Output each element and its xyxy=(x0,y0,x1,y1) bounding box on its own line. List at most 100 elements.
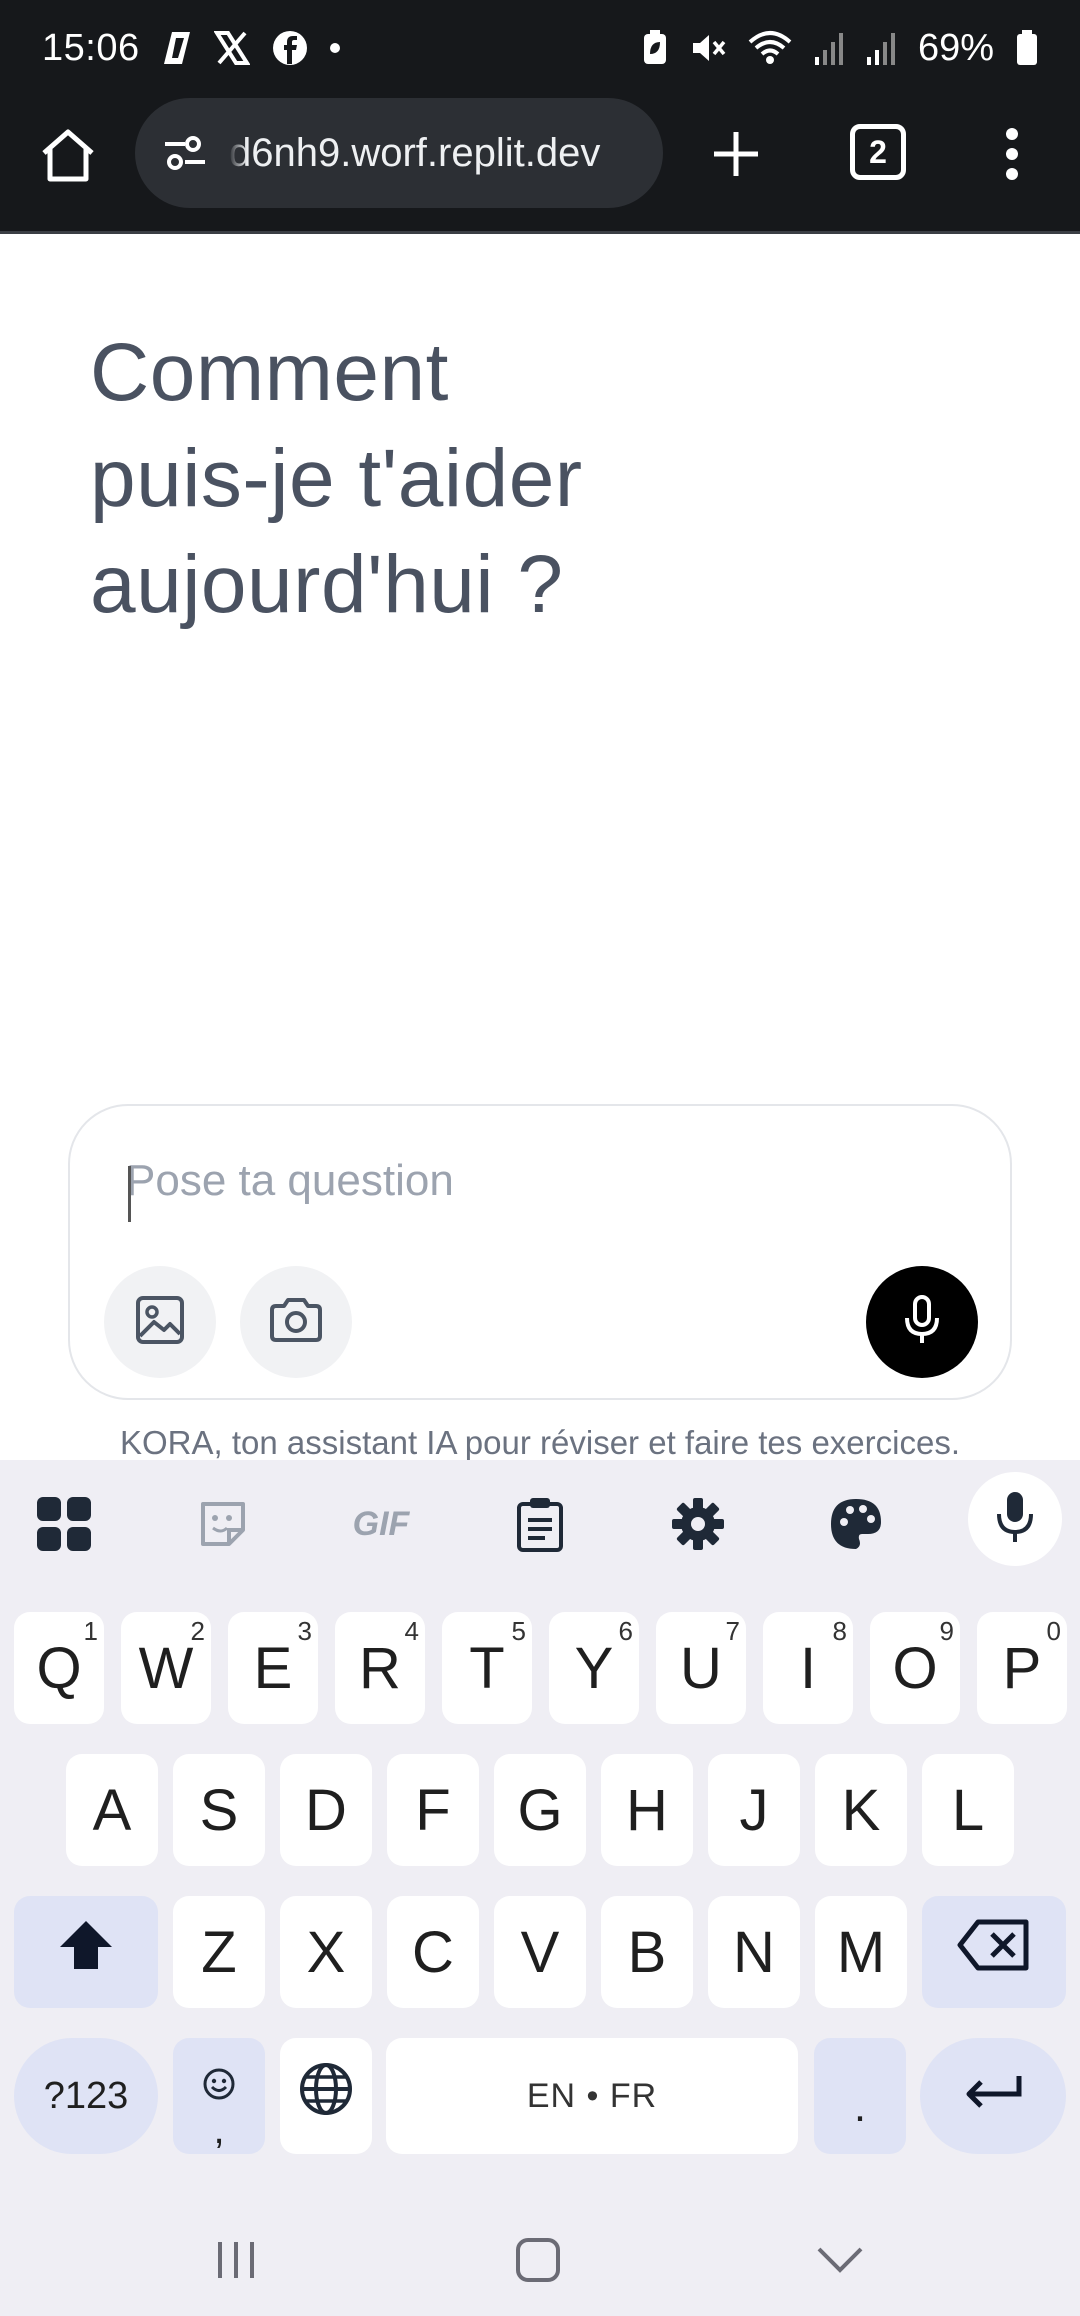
page-title: Comment puis-je t'aider aujourd'hui ? xyxy=(90,320,890,638)
upload-image-button[interactable] xyxy=(104,1266,216,1378)
more-menu-icon[interactable] xyxy=(990,122,1034,186)
key-s[interactable]: S xyxy=(173,1754,265,1866)
voice-input-button[interactable] xyxy=(866,1266,978,1378)
battery-icon xyxy=(1016,30,1038,66)
key-hint: 9 xyxy=(939,1616,954,1646)
backspace-key[interactable] xyxy=(922,1896,1066,2008)
microphone-icon xyxy=(902,1294,942,1351)
status-bar-left: 15:06 xyxy=(42,27,340,70)
key-c[interactable]: C xyxy=(387,1896,479,2008)
key-w[interactable]: W2 xyxy=(121,1612,211,1724)
key-label: P xyxy=(1002,1635,1042,1701)
key-e[interactable]: E3 xyxy=(228,1612,318,1724)
shift-icon xyxy=(56,1917,116,1987)
key-hint: 1 xyxy=(83,1616,98,1646)
key-k[interactable]: K xyxy=(815,1754,907,1866)
key-b[interactable]: B xyxy=(601,1896,693,2008)
period-key[interactable]: . xyxy=(814,2038,906,2154)
key-u[interactable]: U7 xyxy=(656,1612,746,1724)
key-label: I xyxy=(799,1635,817,1701)
settings-icon[interactable] xyxy=(658,1484,738,1564)
browser-toolbar: d6nh9.worf.replit.dev 2 xyxy=(0,96,1080,234)
key-t[interactable]: T5 xyxy=(442,1612,532,1724)
wifi-icon xyxy=(748,30,792,66)
key-d[interactable]: D xyxy=(280,1754,372,1866)
comma-label: , xyxy=(213,2107,225,2152)
recent-apps-icon[interactable] xyxy=(196,2230,276,2290)
notification-dot-icon xyxy=(329,43,340,53)
key-o[interactable]: O9 xyxy=(870,1612,960,1724)
mute-icon xyxy=(690,30,726,66)
disclaimer-text: KORA, ton assistant IA pour réviser et f… xyxy=(119,1424,961,1461)
key-p[interactable]: P0 xyxy=(977,1612,1067,1724)
key-h[interactable]: H xyxy=(601,1754,693,1866)
home-icon[interactable] xyxy=(36,124,100,188)
headline-line: Comment xyxy=(90,327,449,418)
facebook-icon xyxy=(272,30,308,66)
key-hint: 6 xyxy=(618,1616,633,1646)
space-bar[interactable]: EN • FR xyxy=(386,2038,798,2154)
chat-composer xyxy=(68,1104,1012,1400)
home-nav-icon[interactable] xyxy=(498,2230,578,2290)
tab-switcher-button[interactable]: 2 xyxy=(850,124,906,180)
keyboard-toolbar: GIF xyxy=(0,1460,1080,1588)
palette-icon[interactable] xyxy=(816,1484,896,1564)
key-label: O xyxy=(892,1635,938,1701)
key-label: U xyxy=(680,1635,722,1701)
clipboard-icon[interactable] xyxy=(500,1484,580,1564)
key-n[interactable]: N xyxy=(708,1896,800,2008)
image-icon xyxy=(134,1294,186,1351)
key-x[interactable]: X xyxy=(280,1896,372,2008)
emoji-key[interactable]: , xyxy=(173,2038,265,2154)
enter-key[interactable] xyxy=(920,2038,1066,2154)
address-bar[interactable]: d6nh9.worf.replit.dev xyxy=(135,98,663,208)
key-j[interactable]: J xyxy=(708,1754,800,1866)
apps-grid-icon[interactable] xyxy=(24,1484,104,1564)
key-r[interactable]: R4 xyxy=(335,1612,425,1724)
emoji-icon xyxy=(202,2048,236,2115)
question-input[interactable] xyxy=(126,1146,946,1216)
app-slash-icon xyxy=(162,30,192,66)
signal-icon xyxy=(866,31,896,65)
url-text[interactable]: d6nh9.worf.replit.dev xyxy=(229,131,663,176)
key-hint: 7 xyxy=(725,1616,740,1646)
enter-icon xyxy=(961,2063,1025,2130)
key-q[interactable]: Q1 xyxy=(14,1612,104,1724)
key-f[interactable]: F xyxy=(387,1754,479,1866)
key-g[interactable]: G xyxy=(494,1754,586,1866)
camera-button[interactable] xyxy=(240,1266,352,1378)
microphone-icon xyxy=(995,1490,1035,1549)
key-label: Y xyxy=(574,1635,614,1701)
text-caret xyxy=(128,1166,131,1222)
new-tab-icon[interactable] xyxy=(704,122,768,186)
key-label: Q xyxy=(36,1635,82,1701)
key-m[interactable]: M xyxy=(815,1896,907,2008)
key-y[interactable]: Y6 xyxy=(549,1612,639,1724)
signal-icon xyxy=(814,31,844,65)
key-label: E xyxy=(253,1635,293,1701)
clock: 15:06 xyxy=(42,26,140,69)
globe-icon xyxy=(298,2061,354,2131)
key-z[interactable]: Z xyxy=(173,1896,265,2008)
key-label: W xyxy=(138,1635,194,1701)
key-label: R xyxy=(359,1635,401,1701)
key-hint: 5 xyxy=(511,1616,526,1646)
shift-key[interactable] xyxy=(14,1896,158,2008)
symbols-key[interactable]: ?123 xyxy=(14,2038,158,2154)
headline-line: aujourd'hui ? xyxy=(90,539,564,630)
key-l[interactable]: L xyxy=(922,1754,1014,1866)
key-hint: 2 xyxy=(190,1616,205,1646)
soft-keyboard: GIF Q1 W2 E3 R4 T5 Y6 U7 I8 O9 P0 A S D … xyxy=(0,1460,1080,2316)
key-hint: 3 xyxy=(297,1616,312,1646)
sticker-icon[interactable] xyxy=(183,1484,263,1564)
key-a[interactable]: A xyxy=(66,1754,158,1866)
keyboard-voice-button[interactable] xyxy=(968,1472,1062,1566)
key-i[interactable]: I8 xyxy=(763,1612,853,1724)
language-key[interactable] xyxy=(280,2038,372,2154)
site-settings-icon[interactable] xyxy=(155,123,215,183)
status-bar: 15:06 69% xyxy=(0,0,1080,96)
gif-icon[interactable]: GIF xyxy=(340,1484,422,1564)
back-nav-icon[interactable] xyxy=(800,2230,880,2290)
x-logo-icon xyxy=(213,30,250,66)
key-v[interactable]: V xyxy=(494,1896,586,2008)
